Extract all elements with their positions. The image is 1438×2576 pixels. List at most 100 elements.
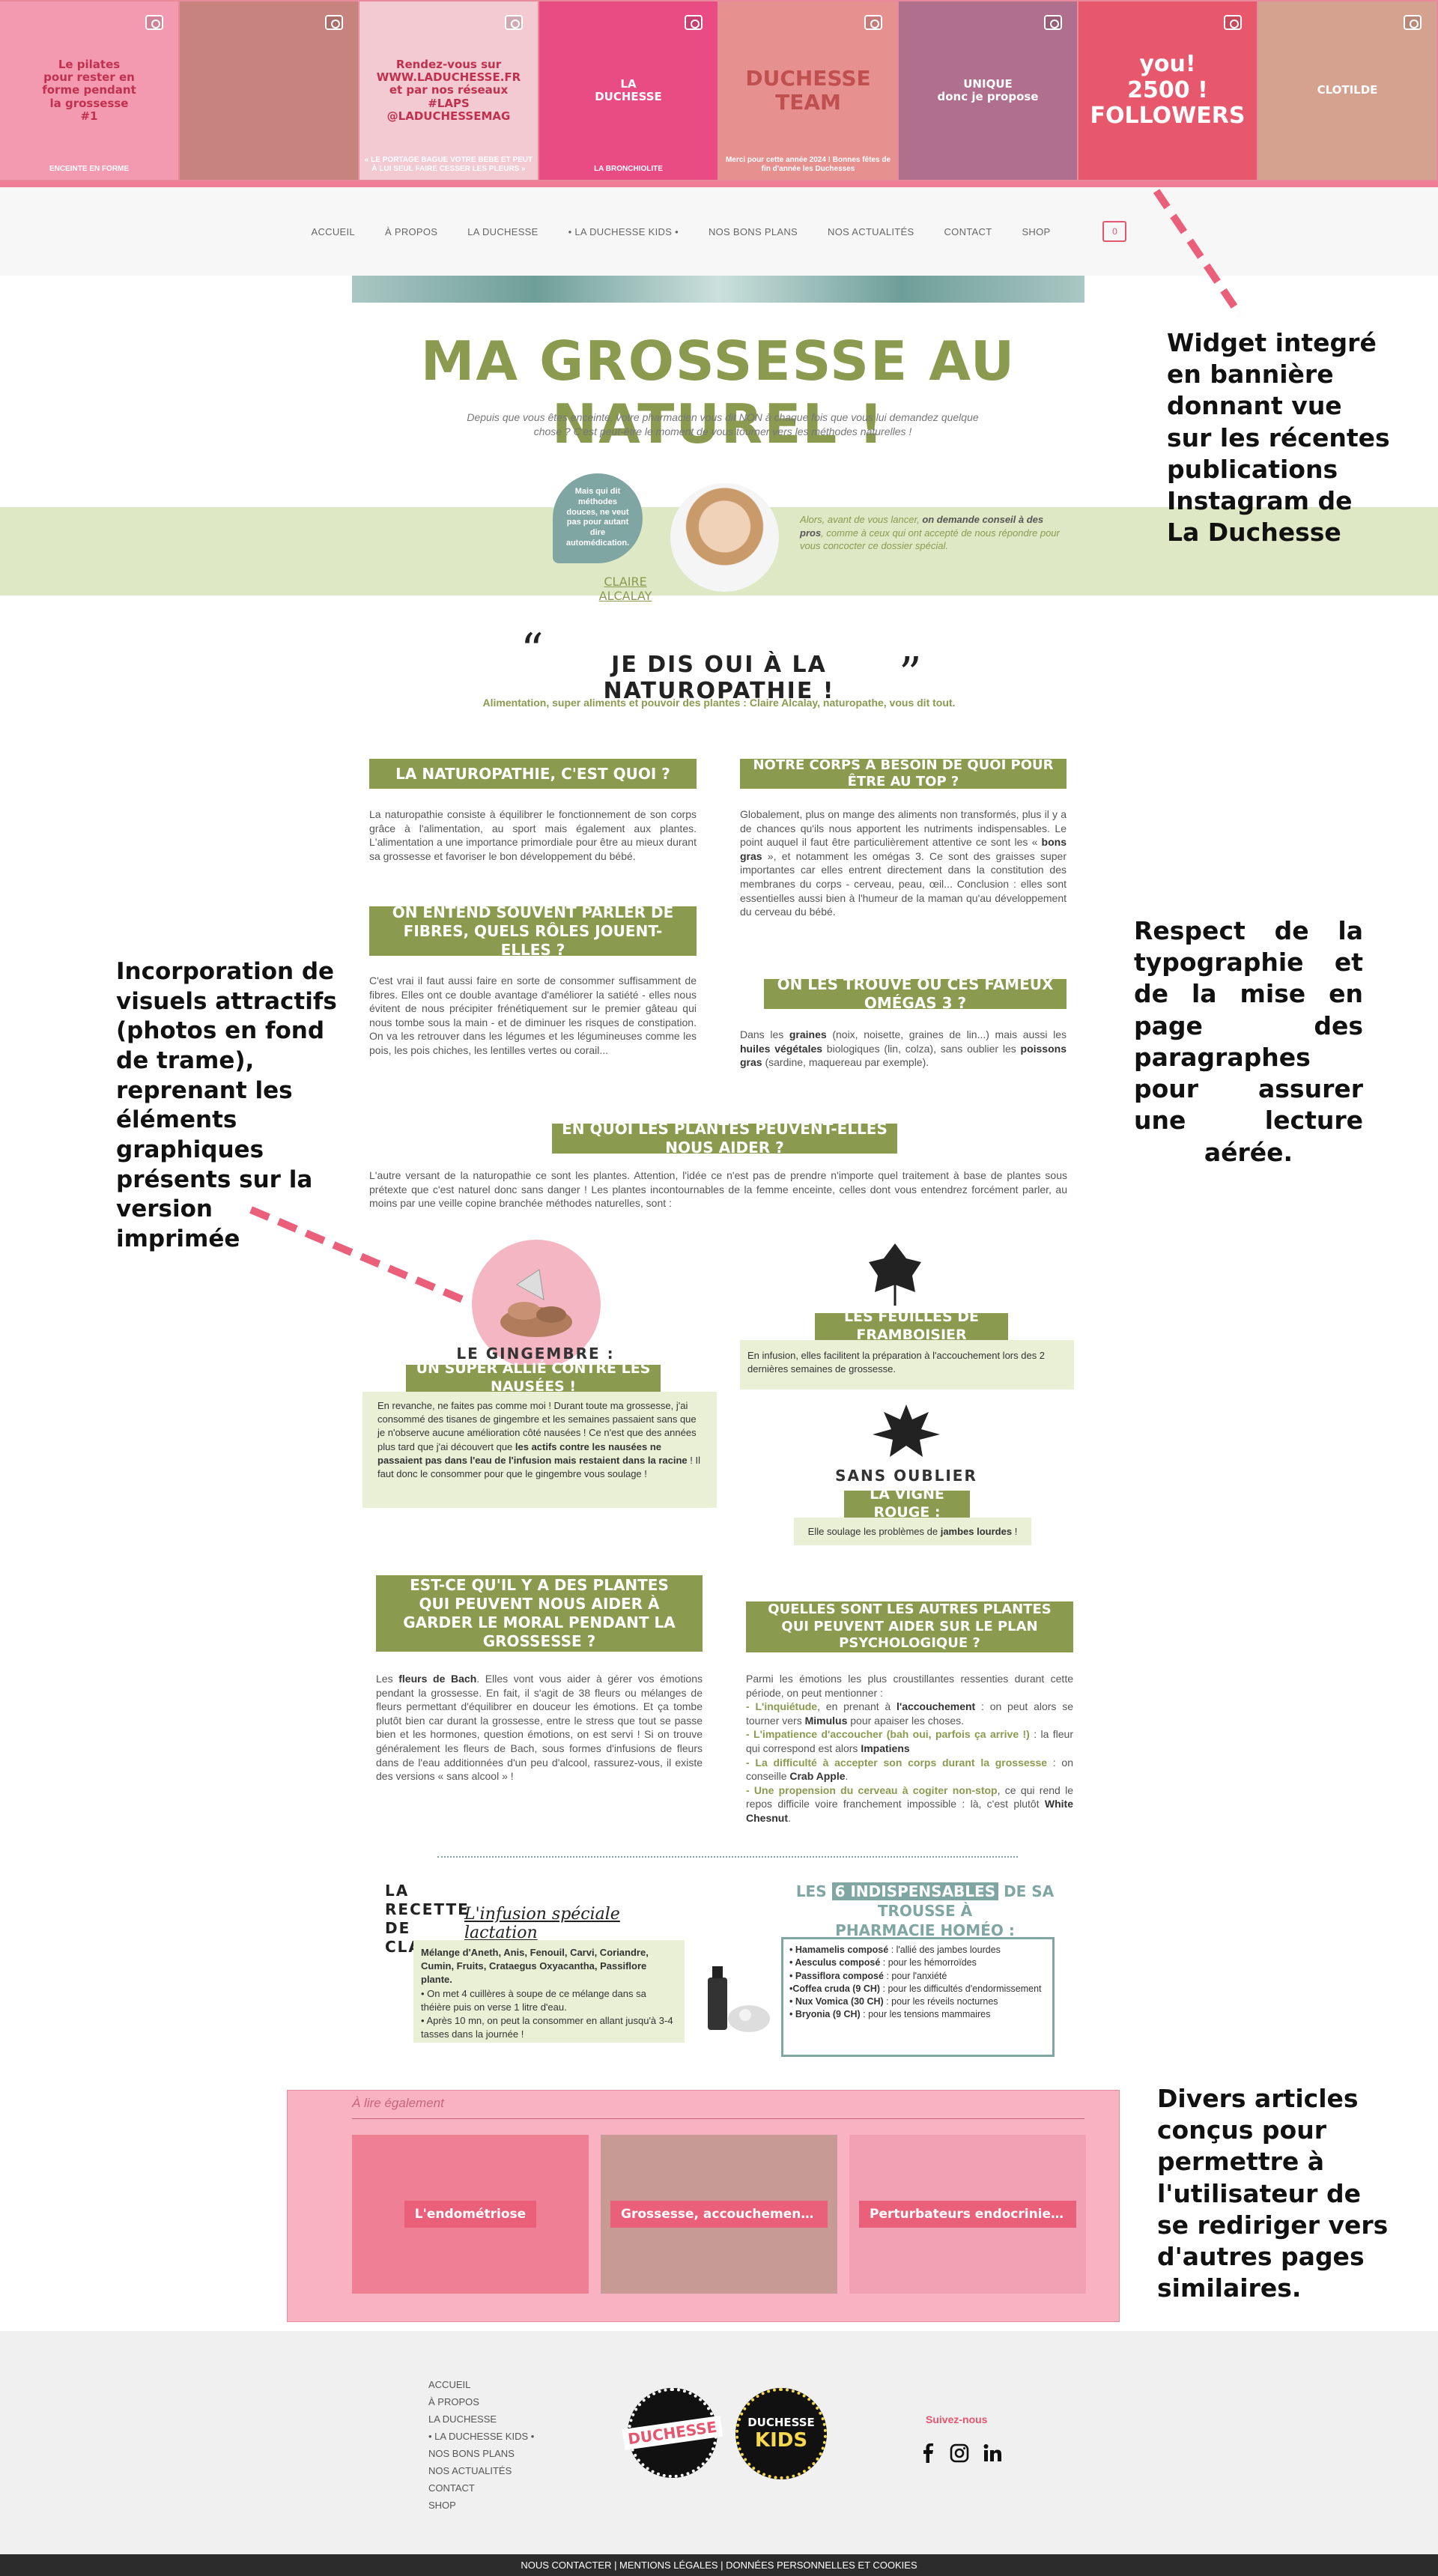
- instagram-post-line: #LAPS: [428, 96, 470, 110]
- instagram-camera-icon: [325, 15, 343, 30]
- recipe-ingredients: Mélange d'Aneth, Anis, Fenouil, Carvi, C…: [421, 1947, 649, 1986]
- vine-text: Elle soulage les problèmes de jambes lou…: [807, 1526, 1018, 1537]
- nav-item-contact[interactable]: CONTACT: [944, 226, 992, 237]
- linkedin-icon[interactable]: [983, 2443, 1002, 2463]
- instagram-post-text: [261, 83, 276, 98]
- footer-link[interactable]: SHOP: [428, 2497, 534, 2514]
- instagram-post-caption: ENCEINTE EN FORME: [49, 165, 130, 173]
- homeo-list-item: • Bryonia (9 CH) : pour les tensions mam…: [789, 2009, 991, 2020]
- raspberry-box: En infusion, elles facilitent la prépara…: [740, 1340, 1074, 1389]
- instagram-post[interactable]: Le pilates pour rester en forme pendant la …: [0, 1, 178, 180]
- page: Le pilates pour rester en forme pendant la …: [0, 0, 1438, 2576]
- para-omegas: Dans les graines (noix, noisette, graine…: [740, 1028, 1067, 1069]
- instagram-camera-icon: [864, 15, 882, 30]
- related-article-card[interactable]: L'endométriose: [352, 2135, 589, 2294]
- nav-item-accueil[interactable]: ACCUEIL: [312, 226, 355, 237]
- author-name: CLAIRE ALCALAY: [598, 575, 652, 603]
- instagram-post-line: CLOTILDE: [1317, 83, 1378, 97]
- related-article-title: Grossesse, accouchement...: [610, 2201, 828, 2228]
- recipe-title: L'infusion spéciale lactation: [464, 1905, 620, 1942]
- duchesse-logo-text: DUCHESSE: [622, 2415, 723, 2451]
- nav-item-duchesse-kids[interactable]: • LA DUCHESSE KIDS •: [568, 226, 679, 237]
- instagram-post[interactable]: [180, 1, 358, 180]
- instagram-post-line: forme pendant: [42, 83, 136, 97]
- instagram-post-line: la grossesse: [49, 96, 129, 110]
- instagram-camera-icon: [505, 15, 523, 30]
- quote-subtitle: Alimentation, super aliments et pouvoir …: [482, 697, 956, 709]
- kids-logo-text-2: KIDS: [754, 2429, 808, 2452]
- instagram-post-text: CLOTILDE: [1310, 76, 1386, 104]
- nav-item-shop[interactable]: SHOP: [1022, 226, 1050, 237]
- footer-link[interactable]: LA DUCHESSE: [428, 2410, 534, 2428]
- instagram-post-line: TEAM: [775, 90, 841, 115]
- heading-plantes: EN QUOI LES PLANTES PEUVENT-ELLES NOUS A…: [552, 1120, 897, 1157]
- section-divider: [437, 1856, 1018, 1858]
- instagram-post[interactable]: UNIQUE donc je propose: [899, 1, 1077, 180]
- related-article-card[interactable]: Perturbateurs endocriniens: [849, 2135, 1086, 2294]
- footer-bottom-bar[interactable]: NOUS CONTACTER | MENTIONS LÉGALES | DONN…: [0, 2554, 1438, 2576]
- duchesse-logo[interactable]: DUCHESSE: [622, 2388, 723, 2478]
- instagram-post-line: Rendez-vous sur: [395, 57, 502, 71]
- instagram-post[interactable]: LA DUCHESSE LA BRONCHIOLITE: [539, 1, 718, 180]
- para-corps: Globalement, plus on mange des aliments …: [740, 808, 1067, 918]
- instagram-post-line: donc je propose: [937, 90, 1039, 103]
- instagram-post-line: WWW.LADUCHESSE.FR: [376, 70, 521, 85]
- homeo-list-item: • Hamamelis composé : l'allié des jambes…: [789, 1945, 1001, 1955]
- annotation-instagram: Widget integré en bannière donnant vue s…: [1167, 328, 1390, 548]
- speech-bubble: Mais qui dit méthodes douces, ne veut pa…: [553, 473, 643, 563]
- nav-item-actualites[interactable]: NOS ACTUALITÉS: [828, 226, 914, 237]
- footer-link[interactable]: ACCUEIL: [428, 2376, 534, 2393]
- instagram-post-line: Le pilates: [58, 57, 121, 71]
- psy-list-item: - L'inquiétude, en prenant à l'accouchem…: [746, 1700, 1073, 1727]
- instagram-post-line: @LADUCHESSEMAG: [386, 109, 511, 123]
- instagram-icon[interactable]: [950, 2443, 969, 2463]
- ginger-box: En revanche, ne faites pas comme moi ! D…: [362, 1392, 717, 1508]
- author-photo: [670, 483, 779, 592]
- banner-divider: [0, 181, 1438, 187]
- instagram-post[interactable]: DUCHESSE TEAM Merci pour cette année 2024 …: [719, 1, 897, 180]
- related-article-card[interactable]: Grossesse, accouchement...: [601, 2135, 837, 2294]
- duchesse-kids-logo[interactable]: DUCHESSE KIDS: [735, 2388, 827, 2479]
- advice-text: Alors, avant de vous lancer, on demande …: [800, 514, 1060, 552]
- social-icons: [920, 2443, 1002, 2463]
- footer-link[interactable]: CONTACT: [428, 2479, 534, 2497]
- footer-link[interactable]: NOS ACTUALITÉS: [428, 2462, 534, 2479]
- related-heading: À lire également: [352, 2096, 444, 2110]
- footer-link[interactable]: NOS BONS PLANS: [428, 2445, 534, 2462]
- follow-label: Suivez-nous: [926, 2413, 988, 2425]
- vine-subtitle: LA VIGNE ROUGE :: [844, 1486, 970, 1521]
- instagram-post[interactable]: CLOTILDE: [1258, 1, 1437, 180]
- annotation-visuals: Incorporation de visuels attractifs (pho…: [116, 958, 337, 1253]
- nav-item-bons-plans[interactable]: NOS BONS PLANS: [709, 226, 798, 237]
- instagram-post[interactable]: you! 2500 ! FOLLOWERS: [1078, 1, 1257, 180]
- raspberry-leaf-icon: [861, 1240, 929, 1307]
- homeo-list-item: • Aesculus composé : pour les hémorroïde…: [789, 1957, 977, 1969]
- instagram-post-line: pour rester en: [43, 70, 135, 85]
- instagram-post-caption: « LE PORTAGE BAGUE VOTRE BÉBÉ ET PEUT À …: [364, 156, 533, 173]
- cart-icon[interactable]: 0: [1102, 221, 1127, 242]
- nav-item-la-duchesse[interactable]: LA DUCHESSE: [467, 226, 538, 237]
- instagram-post-text: DUCHESSE TEAM: [738, 59, 878, 122]
- instagram-post-line: et par nos réseaux: [389, 83, 509, 97]
- facebook-icon[interactable]: [920, 2443, 936, 2463]
- instagram-post[interactable]: Rendez-vous sur WWW.LADUCHESSE.FR et par n…: [360, 1, 538, 180]
- instagram-camera-icon: [1044, 15, 1062, 30]
- heading-omegas: ON LES TROUVE OÙ CES FAMEUX OMÉGAS 3 ?: [764, 975, 1067, 1012]
- instagram-post-caption: LA BRONCHIOLITE: [594, 165, 663, 173]
- nav-item-a-propos[interactable]: À PROPOS: [385, 226, 437, 237]
- instagram-post-text: UNIQUE donc je propose: [930, 70, 1046, 112]
- footer: [0, 2331, 1438, 2554]
- heading-corps: NOTRE CORPS A BESOIN DE QUOI POUR ÊTRE A…: [740, 757, 1067, 790]
- psy-list-item: - L'impatience d'accoucher (bah oui, par…: [746, 1728, 1073, 1755]
- hero-image-strip: [352, 276, 1084, 303]
- recipe-step-2: • Après 10 mn, on peut la consommer en a…: [421, 2014, 673, 2040]
- heading-psy: QUELLES SONT LES AUTRES PLANTES QUI PEUV…: [746, 1601, 1073, 1652]
- herbal-bottle-image: [700, 1955, 771, 2037]
- heading-fibres: ON ENTEND SOUVENT PARLER DE FIBRES, QUEL…: [369, 903, 697, 959]
- psy-list-item: - Une propension du cerveau à cogiter no…: [746, 1783, 1073, 1825]
- ginger-text: En revanche, ne faites pas comme moi ! D…: [377, 1400, 701, 1479]
- footer-link[interactable]: À PROPOS: [428, 2393, 534, 2410]
- footer-link[interactable]: • LA DUCHESSE KIDS •: [428, 2428, 534, 2445]
- annotation-related: Divers articles conçus pour permettre à …: [1157, 2084, 1389, 2303]
- vine-box: Elle soulage les problèmes de jambes lou…: [794, 1518, 1031, 1545]
